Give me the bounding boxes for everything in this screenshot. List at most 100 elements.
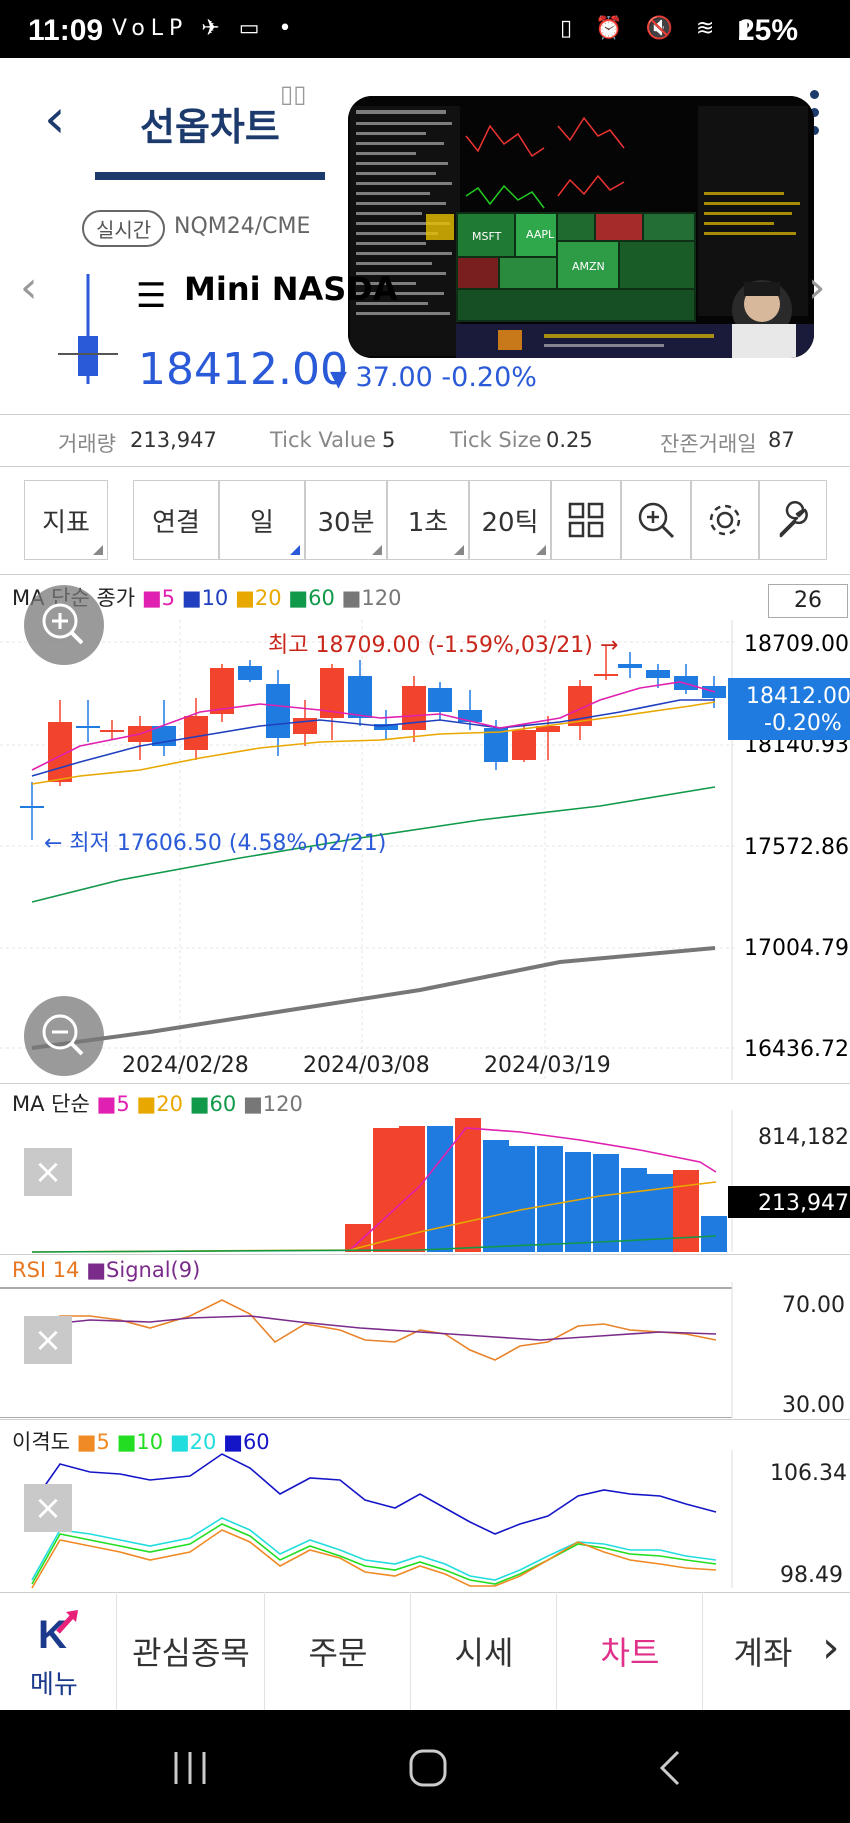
volume-bar <box>701 1216 727 1252</box>
nav-scroll-right-icon[interactable]: › <box>822 1622 840 1673</box>
candle-body <box>266 684 290 738</box>
sec1-label: 1초 <box>407 507 449 538</box>
period-day-button[interactable]: 일 <box>219 480 305 560</box>
divider <box>0 1083 850 1084</box>
volume-bars <box>345 1118 727 1252</box>
menu-button[interactable]: K 메뉴 <box>0 1592 116 1710</box>
price-tag-change: -0.20% <box>764 711 842 736</box>
ma120-legend: ■120 <box>341 586 402 610</box>
rsi-label: RSI 14 <box>12 1258 80 1282</box>
divider <box>0 1419 850 1420</box>
price-tag-value: 18412.00 <box>746 684 850 709</box>
candle-body <box>646 670 670 678</box>
volume-bar <box>399 1126 425 1252</box>
grid-icon <box>568 502 604 538</box>
divider <box>0 574 850 575</box>
document-icon[interactable]: ☰ <box>136 276 166 316</box>
signal-legend: ■Signal(9) <box>86 1258 201 1282</box>
zoom-out-icon <box>42 1014 84 1056</box>
indicator-label: 지표 <box>42 507 90 538</box>
candles <box>20 646 726 840</box>
volume-bar <box>537 1146 563 1252</box>
candle-body <box>76 726 100 728</box>
x-tick-2: 2024/03/08 <box>303 1053 430 1078</box>
back-nav-icon[interactable] <box>654 1748 684 1788</box>
tick-value: 5 <box>382 428 396 452</box>
disp-y-tick-min: 98.49 <box>780 1563 843 1588</box>
period-20tick-button[interactable]: 20틱 <box>469 480 551 560</box>
candle-body <box>20 806 44 808</box>
nav-quotes[interactable]: 시세 <box>410 1592 557 1710</box>
candle-count-box[interactable]: 26 <box>768 584 848 618</box>
status-right-icons: ▯ ⏰ 🔇 ≋ ▮ <box>560 16 758 41</box>
indicator-button[interactable]: 지표 <box>24 480 108 560</box>
days-left: 87 <box>768 428 795 452</box>
nav-chart[interactable]: 차트 <box>556 1592 703 1710</box>
svg-text:AMZN: AMZN <box>572 260 605 273</box>
candle-body <box>428 688 452 712</box>
instrument-code: NQM24/CME <box>174 214 311 239</box>
disparity-5-line <box>31 1529 717 1589</box>
back-arrow-icon[interactable]: ‹ <box>44 92 66 146</box>
low-annotation: ← 최저 17606.50 (4.58%,02/21) <box>44 831 386 856</box>
pip-video-frame: MSFT AAPL AMZN <box>348 96 814 358</box>
rsi-y-tick-70: 70.00 <box>782 1293 845 1318</box>
menu-label: 메뉴 <box>30 1670 78 1700</box>
battery-percent: 25% <box>738 14 799 47</box>
wrench-icon <box>779 501 808 538</box>
disparity-60-line <box>31 1453 717 1535</box>
next-instrument-icon[interactable]: › <box>808 262 826 313</box>
nav-watchlist[interactable]: 관심종목 <box>116 1592 265 1710</box>
high-annotation: 최고 18709.00 (-1.59%,03/21) → <box>268 633 618 658</box>
close-volume-panel-button[interactable]: × <box>24 1148 72 1196</box>
status-bar: 11:09 VoLP ✈ ▭ • ▯ ⏰ 🔇 ≋ ▮ 25% <box>0 0 850 58</box>
volume-chart[interactable]: 814,182 213,947 <box>0 1110 850 1255</box>
ma10-legend: ■10 <box>181 586 229 610</box>
nav-account[interactable]: 계좌 <box>702 1592 823 1710</box>
tick-size-label: Tick Size <box>450 428 542 452</box>
k-logo-icon: K <box>38 1610 78 1652</box>
device-switch-icon[interactable]: ▯▯ <box>280 80 306 108</box>
home-icon[interactable] <box>408 1748 448 1788</box>
signal-line <box>31 1315 717 1341</box>
zoom-button[interactable] <box>621 480 691 560</box>
pip-video-overlay[interactable]: MSFT AAPL AMZN <box>348 96 814 358</box>
change-percent: -0.20% <box>441 362 537 393</box>
zoom-in-icon <box>638 502 675 539</box>
volume-current: 213,947 <box>758 1191 849 1216</box>
y-tick-4: 17004.79 <box>744 936 849 961</box>
period-30min-button[interactable]: 30분 <box>305 480 387 560</box>
candle-body <box>348 676 372 718</box>
divider <box>0 466 850 467</box>
gear-icon <box>709 504 741 536</box>
nav-order[interactable]: 주문 <box>264 1592 411 1710</box>
instrument-name: Mini NASDA <box>184 270 398 308</box>
title-underline <box>95 172 325 180</box>
period-1sec-button[interactable]: 1초 <box>387 480 469 560</box>
rsi-chart[interactable]: 70.00 30.00 <box>0 1282 850 1418</box>
close-disparity-panel-button[interactable]: × <box>24 1484 72 1532</box>
tools-button[interactable] <box>759 480 827 560</box>
zoom-out-button[interactable] <box>24 996 104 1076</box>
grid-layout-button[interactable] <box>551 480 621 560</box>
zoom-in-button[interactable] <box>24 585 104 665</box>
volume-bar <box>483 1140 509 1252</box>
candle-body <box>594 674 618 676</box>
rsi-legend: RSI 14 ■Signal(9) <box>12 1258 200 1282</box>
settings-button[interactable] <box>691 480 759 560</box>
vol-y-tick-max: 814,182 <box>758 1125 849 1150</box>
ma20-line <box>31 701 716 785</box>
y-tick-1: 18709.00 <box>744 632 849 657</box>
y-tick-3: 17572.86 <box>744 835 849 860</box>
volume-bar <box>427 1126 453 1252</box>
disparity-chart[interactable]: 106.34 98.49 <box>0 1450 850 1590</box>
link-button[interactable]: 연결 <box>133 480 219 560</box>
close-rsi-panel-button[interactable]: × <box>24 1316 72 1364</box>
recent-apps-icon[interactable] <box>170 1750 210 1786</box>
change-value: 37.00 <box>355 362 433 393</box>
candlestick-chart[interactable]: 18709.00 18140.93 17572.86 17004.79 1643… <box>0 620 850 1082</box>
prev-instrument-icon[interactable]: ‹ <box>20 262 38 313</box>
page-title: 선옵차트 <box>140 105 280 149</box>
current-price: 18412.00 <box>138 344 348 395</box>
down-arrow-icon: ▼ <box>330 367 347 392</box>
